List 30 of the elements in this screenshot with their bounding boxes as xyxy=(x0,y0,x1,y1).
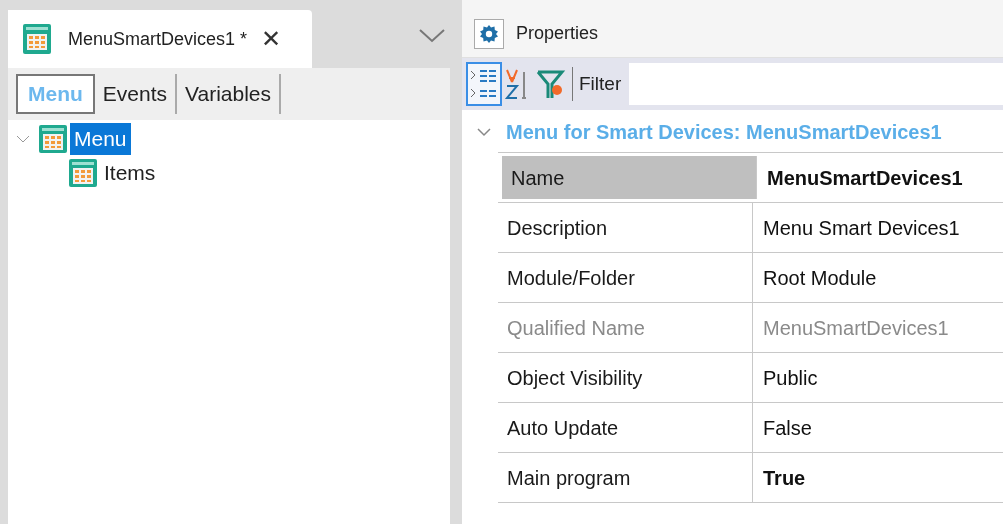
tree-item[interactable]: Menu xyxy=(70,123,131,155)
panel-title: Properties xyxy=(516,22,599,45)
grid-document-icon xyxy=(38,124,68,154)
close-button[interactable]: ✕ xyxy=(261,27,282,51)
property-name[interactable]: Module/Folder xyxy=(498,253,753,302)
view-tab[interactable]: Events xyxy=(94,74,178,114)
property-value[interactable]: MenuSmartDevices1 xyxy=(757,153,1003,202)
categorized-view-button[interactable] xyxy=(466,62,502,106)
category-title: Menu for Smart Devices: MenuSmartDevices1 xyxy=(506,120,942,145)
property-name[interactable]: Main program xyxy=(498,453,753,502)
view-tab[interactable]: Variables xyxy=(177,74,282,114)
grid-document-icon xyxy=(68,158,98,188)
property-value[interactable]: Public xyxy=(753,353,1003,402)
property-name[interactable]: Auto Update xyxy=(498,403,753,452)
grid-document-icon xyxy=(22,23,52,55)
filter-label: Filter xyxy=(579,71,622,96)
property-value[interactable]: False xyxy=(753,403,1003,452)
chevron-down-icon[interactable] xyxy=(16,134,30,144)
chevron-down-icon[interactable] xyxy=(476,127,492,137)
property-value[interactable]: Root Module xyxy=(753,253,1003,302)
gear-icon[interactable] xyxy=(474,18,504,49)
property-name[interactable]: Object Visibility xyxy=(498,353,753,402)
filter-field[interactable] xyxy=(629,63,1003,105)
property-value[interactable]: Menu Smart Devices1 xyxy=(753,203,1003,252)
document-tab-title[interactable]: MenuSmartDevices1 * xyxy=(68,25,248,53)
tree-item[interactable]: Items xyxy=(100,157,160,189)
property-value[interactable]: True xyxy=(753,453,1003,502)
property-name[interactable]: Name xyxy=(502,156,757,199)
property-name[interactable]: Description xyxy=(498,203,753,252)
chevron-down-icon[interactable] xyxy=(418,28,446,44)
